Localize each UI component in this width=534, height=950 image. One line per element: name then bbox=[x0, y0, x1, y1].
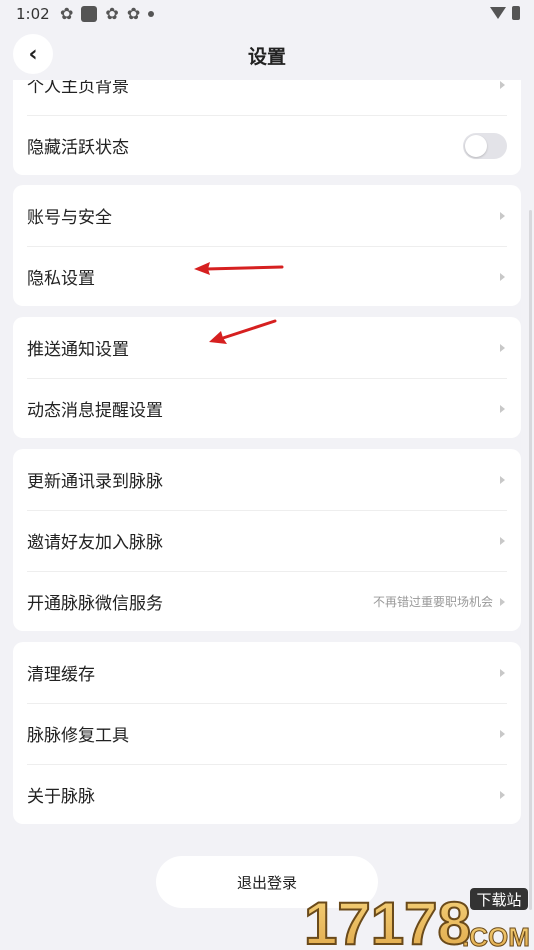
watermark-logo: 17178 下载站 .COM bbox=[303, 888, 530, 950]
setting-label: 隐私设置 bbox=[27, 269, 95, 289]
chevron-right-icon bbox=[500, 211, 505, 220]
setting-label: 清理缓存 bbox=[27, 665, 95, 685]
setting-label: 动态消息提醒设置 bbox=[27, 401, 163, 421]
chevron-right-icon bbox=[500, 272, 505, 281]
header: ‹ 设置 bbox=[0, 28, 534, 80]
setting-activity-reminders[interactable]: 动态消息提醒设置 bbox=[13, 378, 521, 439]
watermark-badge: 下载站 bbox=[476, 891, 521, 909]
scrollbar[interactable] bbox=[529, 210, 532, 910]
page-title: 设置 bbox=[247, 46, 286, 68]
annotation-arrow-icon bbox=[194, 262, 284, 275]
chevron-right-icon bbox=[500, 790, 505, 799]
chevron-right-icon bbox=[500, 729, 505, 738]
setting-clear-cache[interactable]: 清理缓存 bbox=[13, 642, 521, 703]
setting-about[interactable]: 关于脉脉 bbox=[13, 764, 521, 825]
wifi-icon bbox=[490, 7, 506, 19]
setting-wechat-service[interactable]: 开通脉脉微信服务 不再错过重要职场机会 bbox=[13, 571, 521, 632]
chevron-right-icon bbox=[500, 343, 505, 352]
app-square-icon bbox=[81, 6, 98, 22]
setting-invite-friends[interactable]: 邀请好友加入脉脉 bbox=[13, 510, 521, 571]
watermark-text: 17178 bbox=[304, 890, 471, 950]
setting-hint: 不再错过重要职场机会 bbox=[372, 595, 493, 609]
app-notification-icon: ✿ bbox=[126, 4, 141, 23]
chevron-right-icon bbox=[500, 597, 505, 606]
hide-active-status-toggle[interactable] bbox=[463, 132, 507, 159]
settings-card-account: 账号与安全 隐私设置 bbox=[13, 185, 521, 306]
chevron-right-icon bbox=[500, 475, 505, 484]
setting-repair-tool[interactable]: 脉脉修复工具 bbox=[13, 703, 521, 764]
chevron-right-icon bbox=[500, 668, 505, 677]
notification-icons: ✿ ✿ ✿ bbox=[60, 4, 155, 23]
setting-label: 更新通讯录到脉脉 bbox=[27, 472, 163, 492]
status-bar: 1:02 ✿ ✿ ✿ bbox=[0, 0, 534, 28]
setting-account-security[interactable]: 账号与安全 bbox=[13, 185, 521, 246]
battery-icon bbox=[512, 6, 520, 20]
annotation-arrow-icon bbox=[209, 319, 277, 344]
setting-hide-active-status: 隐藏活跃状态 bbox=[13, 115, 521, 175]
more-dot-icon bbox=[148, 11, 155, 17]
app-notification-icon: ✿ bbox=[105, 4, 119, 23]
setting-label: 推送通知设置 bbox=[27, 340, 129, 360]
settings-card-contacts: 更新通讯录到脉脉 邀请好友加入脉脉 开通脉脉微信服务 不再错过重要职场机会 bbox=[13, 449, 521, 631]
setting-update-contacts[interactable]: 更新通讯录到脉脉 bbox=[13, 449, 521, 510]
setting-label: 隐藏活跃状态 bbox=[27, 138, 129, 158]
setting-label: 关于脉脉 bbox=[27, 787, 95, 807]
toggle-knob bbox=[465, 134, 487, 157]
chevron-right-icon bbox=[500, 536, 505, 545]
app-notification-icon: ✿ bbox=[60, 4, 74, 23]
status-time: 1:02 bbox=[16, 5, 50, 23]
setting-label: 邀请好友加入脉脉 bbox=[27, 533, 163, 553]
chevron-right-icon bbox=[500, 80, 505, 89]
watermark-domain: .COM bbox=[462, 922, 530, 950]
setting-label: 脉脉修复工具 bbox=[27, 726, 129, 746]
chevron-right-icon bbox=[500, 404, 505, 413]
setting-label: 账号与安全 bbox=[27, 208, 112, 228]
settings-card-tools: 清理缓存 脉脉修复工具 关于脉脉 bbox=[13, 642, 521, 824]
setting-label: 开通脉脉微信服务 bbox=[27, 594, 163, 614]
